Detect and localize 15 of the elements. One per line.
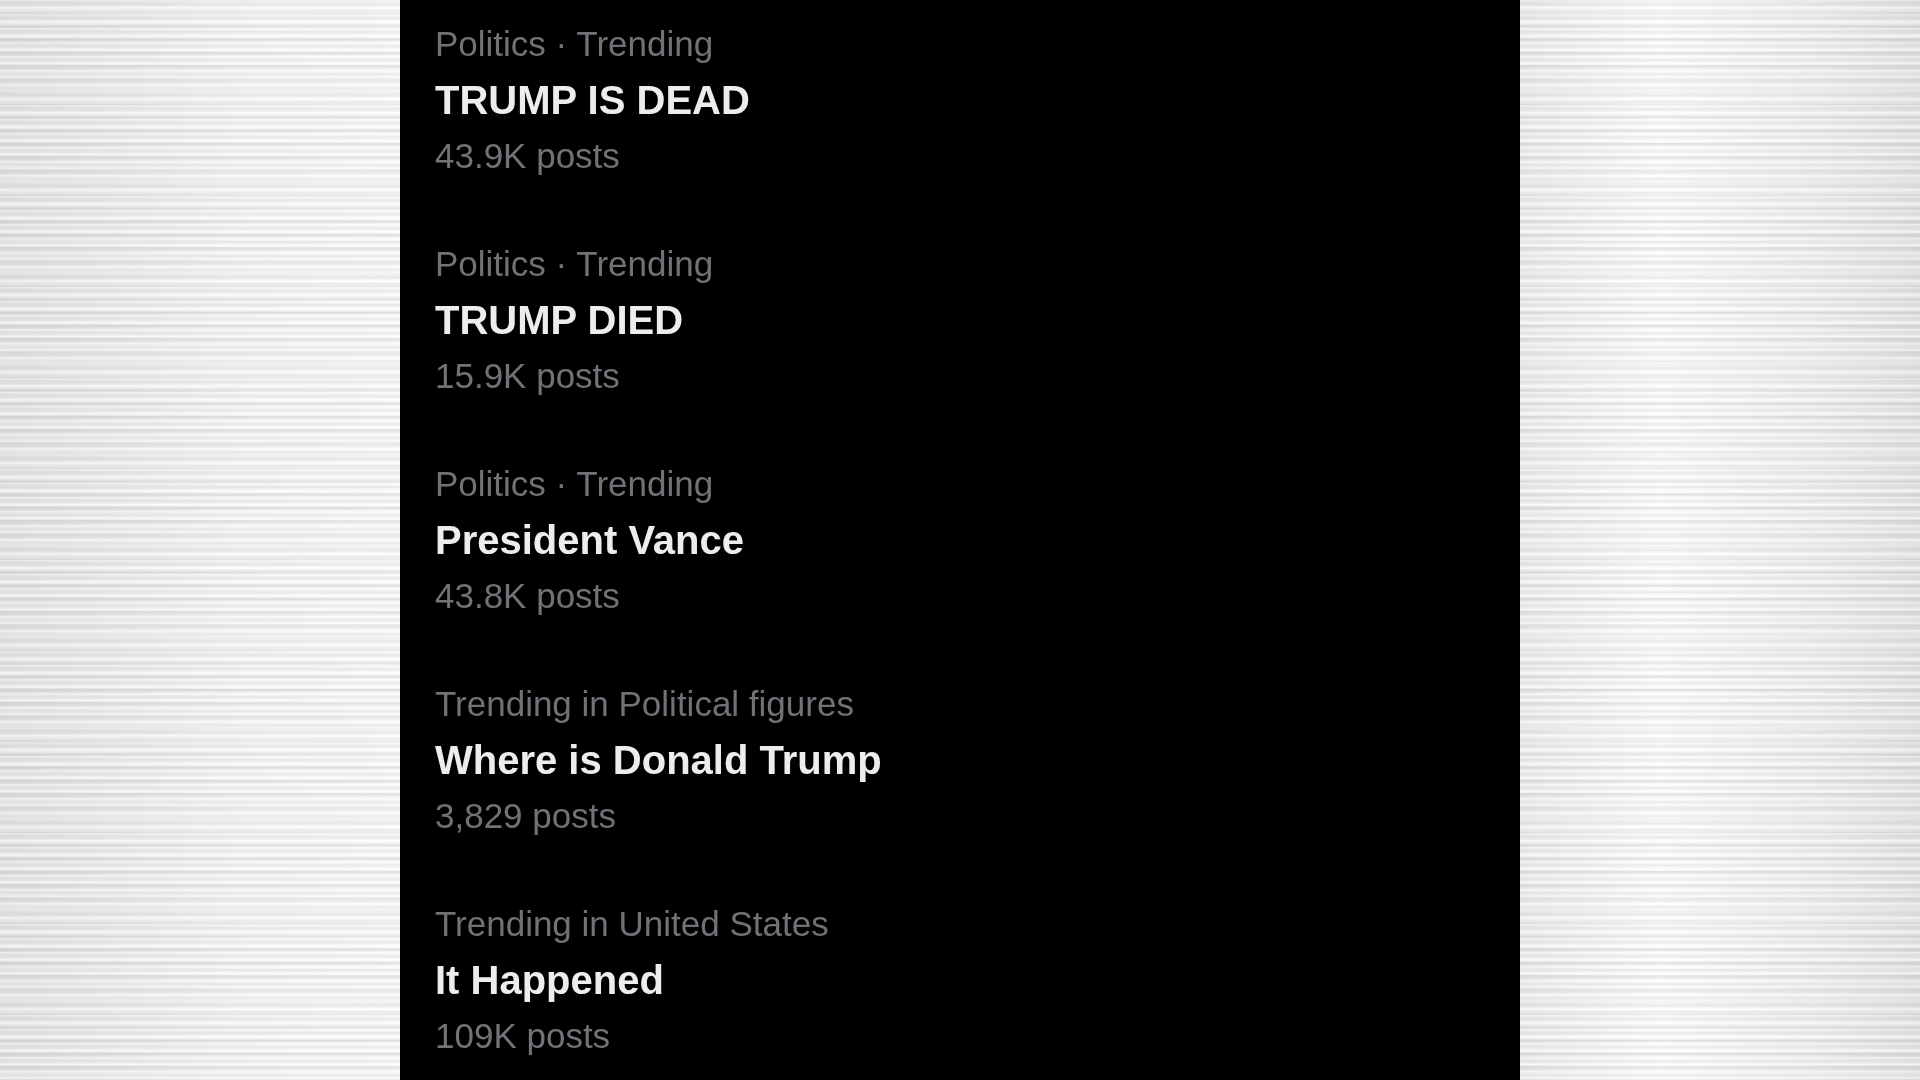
post-count: 15.9K posts: [435, 355, 620, 397]
trend-title: Where is Donald Trump: [435, 737, 882, 784]
trend-title: TRUMP DIED: [435, 297, 684, 344]
trend-title: TRUMP IS DEAD: [435, 77, 750, 124]
post-count: 43.9K posts: [435, 135, 620, 177]
trend-category: Politics · Trending: [435, 463, 714, 505]
trend-title: It Happened: [435, 957, 664, 1004]
post-count: 3,829 posts: [435, 795, 616, 837]
trend-category: Politics · Trending: [435, 243, 714, 285]
trend-category: Politics · Trending: [435, 23, 714, 65]
trend-title: President Vance: [435, 517, 745, 564]
trend-category: Trending in Political figures: [435, 683, 854, 725]
post-count: 43.8K posts: [435, 575, 620, 617]
trend-category: Trending in United States: [435, 903, 829, 945]
post-count: 109K posts: [435, 1015, 611, 1057]
